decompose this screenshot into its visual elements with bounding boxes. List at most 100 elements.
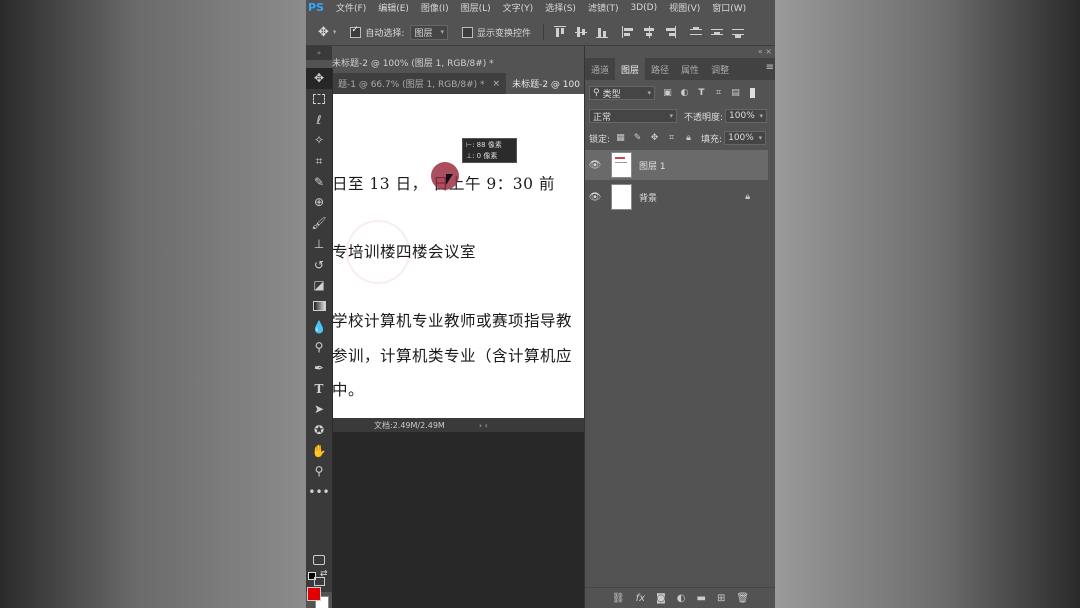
layer-thumbnail — [611, 184, 632, 210]
custom-shape-tool-icon[interactable]: ✪ — [306, 420, 332, 441]
tab-properties[interactable]: 属性 — [675, 58, 705, 80]
tab-document-2[interactable]: 未标题-2 @ 100 — [506, 73, 584, 94]
document-title: 未标题-2 @ 100% (图层 1, RGB/8#) * — [332, 59, 494, 69]
auto-select-target-value: 图层 — [414, 28, 433, 39]
menu-select[interactable]: 选择(S) — [545, 1, 576, 14]
blend-mode-dropdown[interactable]: 正常 ▾ — [589, 109, 677, 123]
blur-tool-icon[interactable]: 💧 — [306, 316, 332, 337]
tools-panel: ✥ ℓ ✧ ⌗ ✎ ⊕ 🖌 ⊥ ↺ ◪ 💧 ⚲ ✒ T ➤ ✪ ✋ ⚲ ••• … — [306, 68, 333, 608]
zoom-tool-icon[interactable]: ⚲ — [306, 461, 332, 482]
menu-type[interactable]: 文字(Y) — [503, 1, 534, 14]
visibility-eye-icon[interactable]: 👁︎ — [585, 192, 605, 203]
fill-field[interactable]: 100% ▾ — [724, 131, 767, 145]
magic-wand-tool-icon[interactable]: ✧ — [306, 130, 332, 151]
lock-all-icon[interactable]: 🔒︎ — [684, 133, 693, 143]
lasso-tool-icon[interactable]: ℓ — [306, 109, 332, 130]
toolbar-collapse-grip[interactable]: » — [306, 46, 332, 60]
offset-y-readout: ⊥: 0 像素 — [466, 152, 498, 160]
lock-image-icon[interactable]: ✎ — [633, 133, 642, 143]
delete-layer-icon[interactable]: 🗑︎ — [736, 593, 749, 604]
menu-view[interactable]: 视图(V) — [669, 1, 700, 14]
tab-layers[interactable]: 图层 — [615, 58, 646, 80]
tab-close-icon[interactable]: × — [493, 79, 501, 89]
align-vcenter-icon[interactable] — [575, 26, 588, 38]
align-right-icon[interactable] — [664, 26, 677, 38]
history-brush-tool-icon[interactable]: ↺ — [306, 254, 332, 275]
auto-select-checkbox[interactable] — [350, 25, 362, 38]
dodge-tool-icon[interactable]: ⚲ — [306, 337, 332, 358]
align-left-icon[interactable] — [622, 26, 634, 38]
filter-shape-icon[interactable]: ⌗ — [714, 88, 723, 98]
distribute-top-icon[interactable] — [690, 26, 703, 38]
move-tool-icon[interactable]: ✥ — [306, 68, 332, 89]
marquee-tool-icon[interactable] — [306, 89, 332, 110]
menu-layer[interactable]: 图层(L) — [461, 1, 491, 14]
tab-document-1[interactable]: 题-1 @ 66.7% (图层 1, RGB/8#) * × — [332, 73, 506, 94]
menu-filter[interactable]: 滤镜(T) — [588, 1, 619, 14]
show-transform-checkbox[interactable] — [462, 26, 473, 38]
new-layer-icon[interactable]: ⊞ — [717, 593, 725, 604]
video-background-right — [775, 0, 1080, 608]
eyedropper-tool-icon[interactable]: ✎ — [306, 171, 332, 192]
filter-pixel-icon[interactable]: ▣ — [663, 88, 672, 98]
filter-smart-object-icon[interactable]: ▤ — [731, 88, 740, 98]
menu-edit[interactable]: 编辑(E) — [378, 1, 409, 14]
edit-toolbar-icon[interactable]: ••• — [306, 482, 332, 503]
align-bottom-icon[interactable] — [596, 26, 609, 38]
link-layers-icon[interactable]: ⛓ — [612, 593, 625, 604]
panel-collapse-icon[interactable]: « × — [758, 47, 772, 56]
document-title-strip: 未标题-2 @ 100% (图层 1, RGB/8#) * — [332, 53, 584, 72]
clone-stamp-tool-icon[interactable]: ⊥ — [306, 234, 332, 255]
tab-adjustments[interactable]: 调整 — [705, 58, 735, 80]
opacity-field[interactable]: 100% ▾ — [725, 109, 768, 123]
eraser-tool-icon[interactable]: ◪ — [306, 275, 332, 296]
lock-position-icon[interactable]: ✥ — [650, 133, 659, 143]
new-adjustment-layer-icon[interactable]: ◐ — [677, 593, 686, 604]
tab-paths[interactable]: 路径 — [645, 58, 675, 80]
healing-brush-tool-icon[interactable]: ⊕ — [306, 192, 332, 213]
crop-tool-icon[interactable]: ⌗ — [306, 151, 332, 172]
menu-3d[interactable]: 3D(D) — [630, 3, 657, 13]
menu-bar: PS 文件(F) 编辑(E) 图像(I) 图层(L) 文字(Y) 选择(S) 滤… — [306, 0, 775, 15]
status-nav-arrows[interactable]: › ‹ — [479, 421, 488, 430]
filter-adjustment-icon[interactable]: ◐ — [680, 88, 689, 98]
lock-transparent-icon[interactable]: ▦ — [616, 133, 625, 143]
tool-preset-dropdown[interactable]: ▾ — [333, 28, 337, 36]
menu-window[interactable]: 窗口(W) — [712, 1, 746, 14]
lock-icon: 🔒︎ — [745, 192, 750, 202]
photoshop-window: PS 文件(F) 编辑(E) 图像(I) 图层(L) 文字(Y) 选择(S) 滤… — [306, 0, 775, 608]
brush-tool-icon[interactable]: 🖌 — [306, 213, 332, 234]
path-selection-tool-icon[interactable]: ➤ — [306, 399, 332, 420]
align-hcenter-icon[interactable] — [643, 26, 655, 38]
quick-mask-icon[interactable] — [306, 550, 332, 571]
visibility-eye-icon[interactable]: 👁︎ — [585, 160, 605, 171]
filter-toggle-icon[interactable] — [750, 88, 755, 98]
menu-file[interactable]: 文件(F) — [336, 1, 366, 14]
auto-select-target-dropdown[interactable]: 图层 ▾ — [410, 24, 448, 40]
offset-x-readout: ⊢: 88 像素 — [466, 141, 502, 149]
type-tool-icon[interactable]: T — [306, 378, 332, 399]
layer-row-layer1[interactable]: 👁︎ 图层 1 — [585, 150, 768, 180]
move-tool-icon[interactable]: ✥ — [318, 25, 329, 40]
filter-kind-dropdown[interactable]: ⚲ 类型 ▾ — [589, 86, 655, 100]
layer-name: 背景 — [639, 193, 658, 204]
layers-panel-footer: ⛓ fx ◙ ◐ ▬ ⊞ 🗑︎ — [585, 587, 775, 608]
panel-menu-icon[interactable]: ≡ — [766, 62, 774, 73]
gradient-tool-icon[interactable] — [306, 296, 332, 317]
new-group-icon[interactable]: ▬ — [697, 593, 706, 604]
lock-label: 锁定: — [589, 134, 611, 145]
layer-style-icon[interactable]: fx — [636, 593, 645, 604]
align-top-icon[interactable] — [554, 26, 567, 38]
hand-tool-icon[interactable]: ✋ — [306, 440, 332, 461]
distribute-bottom-icon[interactable] — [732, 26, 745, 38]
distribute-vcenter-icon[interactable] — [711, 26, 724, 38]
add-mask-icon[interactable]: ◙ — [656, 593, 666, 604]
document-canvas[interactable]: 日至 13 日， 日上午 9：30 前 专培训楼四楼会议室 学校计算机专业教师或… — [332, 94, 584, 418]
tab-channels[interactable]: 通道 — [585, 58, 615, 80]
pen-tool-icon[interactable]: ✒ — [306, 358, 332, 379]
lock-artboard-icon[interactable]: ⌗ — [667, 133, 676, 143]
filter-type-icon[interactable]: T — [697, 88, 706, 98]
screen-mode-icon[interactable] — [306, 571, 332, 592]
layer-row-background[interactable]: 👁︎ 背景 🔒︎ — [585, 182, 768, 212]
menu-image[interactable]: 图像(I) — [421, 1, 449, 14]
